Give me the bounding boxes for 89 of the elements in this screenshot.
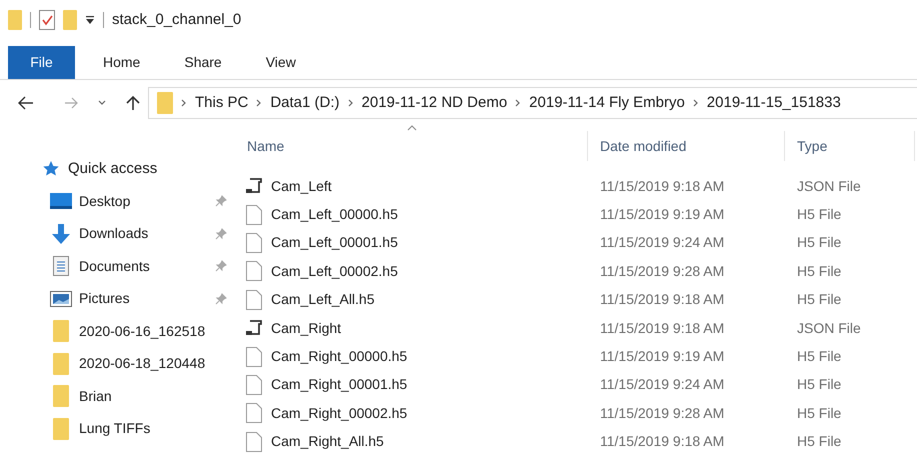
breadcrumb[interactable]: 2019-11-15_151833 — [706, 92, 841, 114]
table-cell: 11/15/2019 9:19 AM — [600, 348, 724, 364]
file-name[interactable]: Cam_Left_00000.h5 — [271, 204, 398, 226]
monitor-icon — [50, 193, 72, 210]
down-arrow-icon — [50, 222, 72, 245]
forward-arrow-icon[interactable] — [64, 97, 78, 109]
chevron-right-icon — [348, 99, 354, 107]
table-cell: H5 File — [797, 234, 842, 250]
nav-item[interactable]: Quick access — [68, 158, 158, 180]
document-icon — [53, 256, 69, 276]
file-icon — [246, 374, 262, 395]
sort-caret-icon — [407, 125, 417, 131]
table-cell: 11/15/2019 9:28 AM — [600, 404, 724, 421]
table-cell: 11/15/2019 9:19 AM — [600, 206, 724, 222]
file-name[interactable]: Cam_Right_00000.h5 — [271, 346, 408, 368]
folder-icon — [157, 92, 173, 114]
folder-icon — [53, 418, 69, 440]
back-arrow-icon[interactable] — [18, 96, 34, 110]
file-name[interactable]: Cam_Right_00002.h5 — [271, 402, 408, 424]
table-cell: JSON File — [797, 178, 861, 194]
file-name[interactable]: Cam_Left — [271, 176, 332, 197]
nav-item[interactable]: Lung TIFFs — [79, 418, 207, 440]
file-icon — [246, 261, 262, 282]
nav-item[interactable]: Desktop — [79, 190, 207, 212]
file-name[interactable]: Cam_Right_All.h5 — [271, 431, 384, 452]
ribbon-tab[interactable]: Home — [87, 46, 156, 79]
table-cell: H5 File — [797, 262, 842, 279]
chevron-down-icon[interactable] — [98, 100, 106, 106]
table-cell: H5 File — [797, 376, 842, 392]
table-cell: 11/15/2019 9:18 AM — [600, 291, 724, 308]
column-header[interactable]: Type — [785, 131, 915, 161]
table-cell: 11/15/2019 9:18 AM — [600, 178, 724, 194]
file-name[interactable]: Cam_Right_00001.h5 — [271, 374, 408, 396]
pin-icon[interactable] — [215, 228, 227, 240]
folder-icon — [53, 385, 69, 408]
nav-item[interactable]: Pictures — [79, 288, 207, 310]
file-icon — [246, 432, 262, 452]
file-icon — [246, 204, 262, 225]
column-header[interactable]: Name — [235, 131, 588, 161]
file-name[interactable]: Cam_Left_00001.h5 — [271, 232, 398, 254]
table-cell: H5 File — [797, 291, 842, 308]
chevron-right-icon — [692, 99, 699, 107]
column-header[interactable]: Date modified — [588, 131, 785, 161]
up-arrow-icon[interactable] — [126, 95, 140, 111]
file-icon — [246, 290, 262, 310]
table-cell: 11/15/2019 9:18 AM — [600, 433, 724, 450]
table-cell: 11/15/2019 9:24 AM — [600, 376, 724, 392]
table-cell: H5 File — [797, 206, 842, 222]
nav-item[interactable]: 2020-06-18_120448 — [79, 353, 207, 374]
ribbon-tab[interactable]: Share — [168, 46, 238, 79]
table-cell: H5 File — [797, 348, 842, 364]
pin-icon[interactable] — [215, 195, 227, 208]
table-cell: 11/15/2019 9:28 AM — [600, 262, 724, 279]
properties-icon[interactable] — [39, 10, 55, 30]
script-icon — [245, 177, 263, 196]
chevron-right-icon — [515, 99, 522, 107]
table-cell: JSON File — [797, 320, 861, 336]
table-cell: H5 File — [797, 433, 842, 450]
folder-icon — [53, 352, 69, 375]
nav-item[interactable]: Downloads — [79, 223, 207, 244]
star-icon — [42, 160, 60, 178]
dropdown-icon[interactable] — [85, 15, 95, 25]
chevron-right-icon — [256, 99, 262, 107]
file-icon — [246, 232, 262, 253]
file-name[interactable]: Cam_Right — [271, 318, 342, 339]
breadcrumb[interactable]: Data1 (D:) — [270, 92, 340, 114]
table-cell: 11/15/2019 9:24 AM — [600, 234, 724, 250]
file-name[interactable]: Cam_Left_00002.h5 — [271, 260, 398, 282]
table-cell: 11/15/2019 9:18 AM — [600, 320, 724, 336]
nav-item[interactable]: 2020-06-16_162518 — [79, 320, 207, 342]
file-icon — [246, 403, 262, 424]
nav-item[interactable]: Documents — [79, 256, 207, 277]
script-icon — [245, 319, 263, 338]
breadcrumb[interactable]: 2019-11-12 ND Demo — [362, 92, 508, 114]
ribbon-tab[interactable]: File — [8, 46, 75, 79]
file-icon — [246, 346, 262, 367]
file-name[interactable]: Cam_Left_All.h5 — [271, 289, 375, 310]
table-cell: H5 File — [797, 404, 842, 421]
pin-icon[interactable] — [215, 292, 227, 305]
ribbon-tab[interactable]: View — [250, 46, 312, 79]
window-title: stack_0_channel_0 — [112, 10, 242, 30]
breadcrumb[interactable]: 2019-11-14 Fly Embryo — [529, 92, 685, 114]
chevron-right-icon — [181, 99, 187, 107]
pin-icon[interactable] — [215, 260, 227, 272]
picture-icon — [50, 290, 72, 307]
nav-item[interactable]: Brian — [79, 386, 207, 407]
breadcrumb[interactable]: This PC — [195, 92, 248, 114]
folder-icon — [53, 320, 69, 342]
address-bar[interactable]: This PC Data1 (D:) 2019-11-12 ND Demo 2019-11-14 Fly Embryo 2019-11-15_151833 — [148, 87, 917, 119]
